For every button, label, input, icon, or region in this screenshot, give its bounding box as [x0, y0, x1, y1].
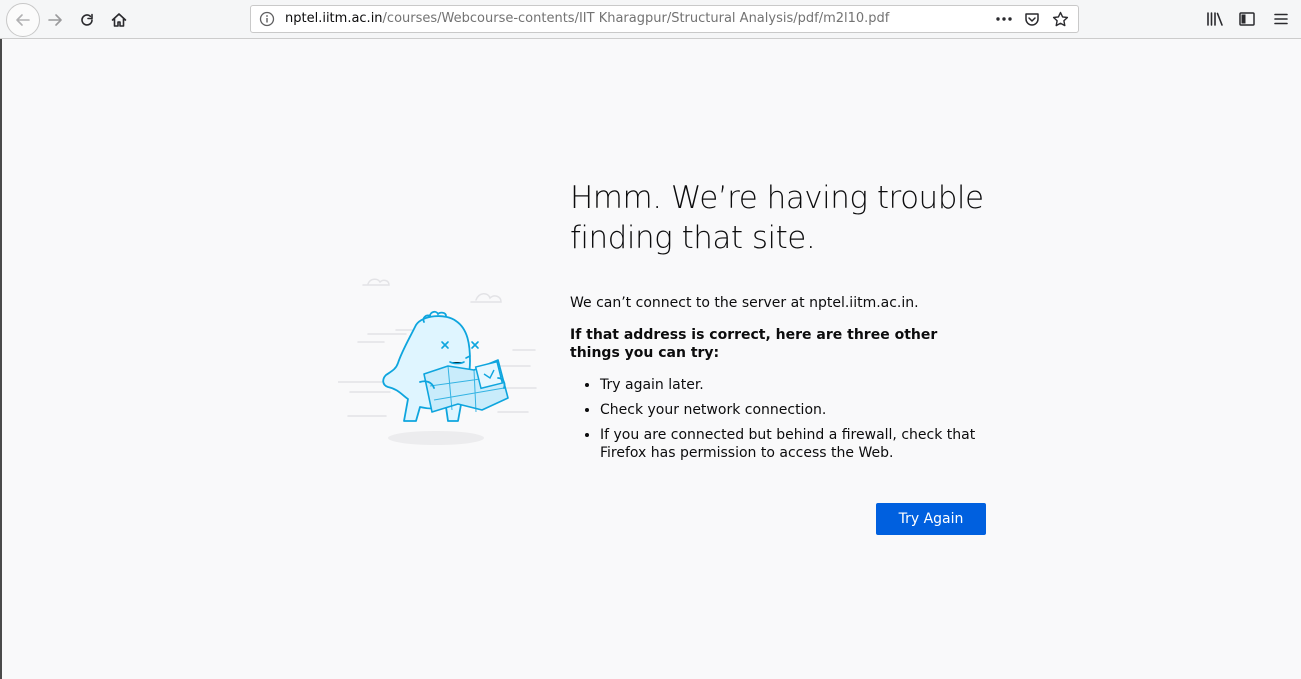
home-button[interactable] — [104, 5, 134, 35]
url-host: nptel.iitm.ac.in — [285, 11, 383, 26]
forward-button[interactable] — [40, 5, 70, 35]
arrow-left-icon — [16, 14, 30, 26]
library-icon — [1207, 12, 1223, 26]
browser-toolbar: nptel.iitm.ac.in/courses/Webcourse-conte… — [0, 0, 1301, 39]
suggestion-list: Try again later. Check your network conn… — [570, 376, 1000, 462]
main-menu-button[interactable] — [1266, 4, 1296, 34]
home-icon — [111, 13, 127, 27]
star-icon — [1052, 11, 1068, 26]
page-actions-button[interactable] — [992, 9, 1016, 29]
library-button[interactable] — [1200, 4, 1230, 34]
error-message: We can’t connect to the server at nptel.… — [570, 295, 919, 311]
bookmark-button[interactable] — [1048, 9, 1072, 29]
info-icon[interactable] — [259, 11, 275, 27]
suggestion-heading: If that address is correct, here are thr… — [570, 327, 938, 361]
url-text[interactable]: nptel.iitm.ac.in/courses/Webcourse-conte… — [285, 11, 889, 27]
pocket-icon — [1025, 13, 1039, 26]
window-edge — [0, 39, 2, 679]
arrow-right-icon — [48, 14, 62, 26]
list-item: Try again later. — [600, 376, 985, 394]
sidebar-icon — [1239, 12, 1255, 26]
page-title: Hmm. We’re having trouble finding that s… — [570, 180, 984, 256]
list-item: If you are connected but behind a firewa… — [600, 426, 985, 462]
list-item: Check your network connection. — [600, 401, 985, 419]
reload-button[interactable] — [72, 5, 102, 35]
url-bar[interactable]: nptel.iitm.ac.in/courses/Webcourse-conte… — [250, 5, 1079, 33]
reload-icon — [81, 13, 93, 26]
confused-dinosaur-with-map-illustration — [338, 278, 537, 445]
pocket-button[interactable] — [1020, 9, 1044, 29]
error-content: Hmm. We’re having trouble finding that s… — [570, 178, 1000, 469]
url-path: /courses/Webcourse-contents/IIT Kharagpu… — [382, 11, 890, 26]
back-button[interactable] — [6, 3, 40, 37]
sidebar-button[interactable] — [1232, 4, 1262, 34]
hamburger-menu-icon — [1274, 13, 1288, 25]
try-again-button[interactable]: Try Again — [876, 503, 986, 535]
url-actions — [992, 9, 1072, 29]
more-icon — [996, 17, 1012, 21]
